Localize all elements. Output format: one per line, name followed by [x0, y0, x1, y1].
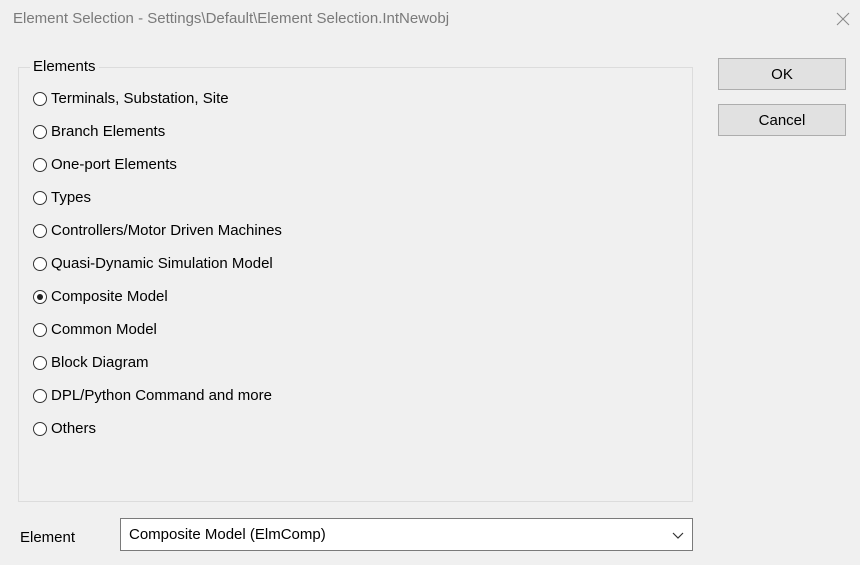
radio-label: Types: [51, 189, 92, 206]
element-dropdown[interactable]: Composite Model (ElmComp): [120, 518, 693, 551]
radio-button[interactable]: [33, 290, 47, 304]
radio-composite-model[interactable]: Composite Model: [33, 285, 168, 309]
title-bar: Element Selection - Settings\Default\Ele…: [0, 0, 860, 40]
radio-common-model[interactable]: Common Model: [33, 318, 157, 342]
radio-button[interactable]: [33, 224, 47, 238]
chevron-down-icon[interactable]: [672, 529, 684, 541]
element-dropdown-value: Composite Model (ElmComp): [129, 526, 326, 543]
radio-label: Common Model: [51, 321, 157, 338]
radio-button[interactable]: [33, 422, 47, 436]
element-selection-dialog: Element Selection - Settings\Default\Ele…: [0, 0, 860, 565]
radio-others[interactable]: Others: [33, 417, 96, 441]
radio-types[interactable]: Types: [33, 186, 91, 210]
radio-button[interactable]: [33, 389, 47, 403]
radio-button[interactable]: [33, 257, 47, 271]
window-title: Element Selection - Settings\Default\Ele…: [13, 10, 450, 27]
radio-button[interactable]: [33, 191, 47, 205]
close-icon: [836, 12, 850, 26]
radio-button[interactable]: [33, 323, 47, 337]
close-button[interactable]: [830, 6, 856, 32]
radio-button[interactable]: [33, 92, 47, 106]
radio-terminals-substation-site[interactable]: Terminals, Substation, Site: [33, 87, 229, 111]
element-field-label: Element: [20, 529, 76, 546]
radio-label: Branch Elements: [51, 123, 166, 140]
radio-button[interactable]: [33, 125, 47, 139]
radio-label: Controllers/Motor Driven Machines: [51, 222, 282, 239]
radio-button[interactable]: [33, 158, 47, 172]
radio-controllers-motor-driven-machines[interactable]: Controllers/Motor Driven Machines: [33, 219, 282, 243]
elements-group-title: Elements: [30, 58, 99, 76]
radio-label: Terminals, Substation, Site: [51, 90, 229, 107]
radio-label: Composite Model: [51, 288, 168, 305]
radio-label: One-port Elements: [51, 156, 177, 173]
radio-label: DPL/Python Command and more: [51, 387, 272, 404]
radio-block-diagram[interactable]: Block Diagram: [33, 351, 149, 375]
cancel-button[interactable]: Cancel: [718, 104, 846, 136]
radio-label: Others: [51, 420, 97, 437]
radio-button[interactable]: [33, 356, 47, 370]
radio-dpl-python-command[interactable]: DPL/Python Command and more: [33, 384, 272, 408]
ok-button[interactable]: OK: [718, 58, 846, 90]
radio-label: Block Diagram: [51, 354, 149, 371]
radio-one-port-elements[interactable]: One-port Elements: [33, 153, 177, 177]
radio-branch-elements[interactable]: Branch Elements: [33, 120, 165, 144]
radio-quasi-dynamic-simulation-model[interactable]: Quasi-Dynamic Simulation Model: [33, 252, 273, 276]
radio-label: Quasi-Dynamic Simulation Model: [51, 255, 273, 272]
